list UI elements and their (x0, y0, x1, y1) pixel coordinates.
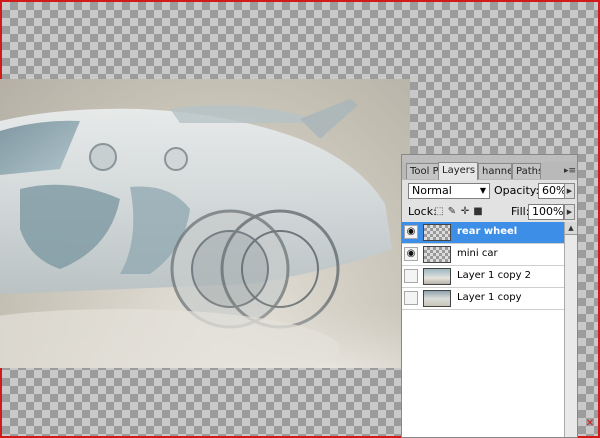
layer-name: rear wheel (457, 226, 518, 237)
opacity-slider-button[interactable]: ▶ (564, 183, 575, 199)
eye-icon[interactable]: ◉ (404, 247, 418, 261)
visibility-toggle-empty[interactable] (404, 291, 418, 305)
fill-label: Fill: (511, 205, 530, 218)
layer-row-mini-car[interactable]: ◉ mini car (402, 244, 564, 266)
layer-row-layer-1-copy[interactable]: Layer 1 copy (402, 288, 564, 310)
blend-mode-select[interactable]: Normal ▼ (408, 183, 490, 199)
fill-slider-button[interactable]: ▶ (564, 204, 575, 220)
lock-fill-row: Lock: ⬚ ✎ ✛ ■ Fill: 100% ▶ (402, 202, 577, 223)
blend-opacity-row: Normal ▼ Opacity: 60% ▶ (402, 180, 577, 202)
tab-tool-presets[interactable]: Tool Pr (406, 163, 440, 179)
layer-row-layer-1-copy-2[interactable]: Layer 1 copy 2 (402, 266, 564, 288)
canvas-image-car[interactable] (0, 79, 410, 368)
lock-transparent-icon[interactable]: ⬚ (434, 206, 444, 217)
layer-row-rear-wheel[interactable]: ◉ rear wheel (402, 222, 564, 244)
tab-channels[interactable]: hannels (478, 163, 512, 179)
tab-label: Tool Pr (410, 166, 440, 177)
tab-paths[interactable]: Paths (512, 163, 541, 179)
layer-thumbnail (423, 268, 451, 285)
opacity-label: Opacity: (494, 184, 540, 197)
chevron-down-icon: ▼ (479, 186, 486, 195)
tab-layers[interactable]: Layers× (438, 162, 478, 180)
fill-value: 100% (532, 205, 564, 218)
layers-list: ◉ rear wheel ◉ mini car Layer 1 copy 2 L… (402, 222, 564, 437)
blend-mode-value: Normal (412, 184, 452, 197)
eye-icon[interactable]: ◉ (404, 225, 418, 239)
lock-all-icon[interactable]: ■ (473, 206, 483, 217)
window-close-icon[interactable]: ✕ (584, 418, 596, 430)
tab-label: Paths (516, 166, 541, 177)
scroll-up-icon[interactable]: ▲ (565, 222, 577, 235)
lock-paint-icon[interactable]: ✎ (447, 206, 457, 217)
opacity-field[interactable]: 60% (538, 183, 567, 199)
lock-label: Lock: (408, 205, 437, 218)
panel-tabs: Tool Pr Layers× hannels Paths ▸≡ (402, 162, 577, 181)
layer-name: Layer 1 copy (457, 292, 522, 303)
lock-move-icon[interactable]: ✛ (460, 206, 470, 217)
visibility-toggle-empty[interactable] (404, 269, 418, 283)
layers-scrollbar[interactable]: ▲ (564, 222, 577, 437)
panel-menu-icon[interactable]: ▸≡ (564, 166, 576, 176)
tab-label: hannels (482, 166, 511, 177)
layer-thumbnail (423, 224, 451, 241)
layer-thumbnail (423, 246, 451, 263)
tab-label: Layers (442, 165, 476, 176)
layers-panel: Tool Pr Layers× hannels Paths ▸≡ Normal … (401, 154, 578, 438)
fill-field[interactable]: 100% (528, 204, 564, 220)
layer-name: Layer 1 copy 2 (457, 270, 532, 281)
opacity-value: 60% (542, 184, 567, 197)
layer-thumbnail (423, 290, 451, 307)
layer-name: mini car (457, 248, 498, 259)
